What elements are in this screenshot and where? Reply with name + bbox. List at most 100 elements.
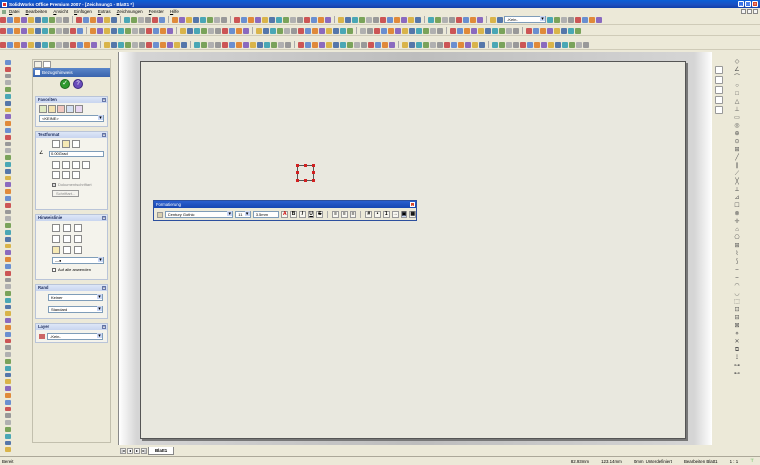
annotation-tool-icon[interactable]: ⊞ — [734, 147, 739, 153]
toolbar-button-icon[interactable] — [458, 41, 464, 48]
toolbar-button-icon[interactable] — [208, 27, 214, 34]
toolbar-button-icon[interactable] — [28, 41, 34, 48]
toolbar-button-icon[interactable] — [104, 41, 110, 48]
toolbar-button-icon[interactable] — [575, 27, 581, 34]
toolbar-button-icon[interactable] — [568, 27, 574, 34]
menu-drawings[interactable]: Zeichnungen — [117, 9, 143, 14]
left-tool-icon[interactable] — [5, 372, 11, 378]
toolbar-button-icon[interactable] — [193, 16, 199, 23]
toolbar-button-icon[interactable] — [153, 27, 159, 34]
toolbar-button-icon[interactable] — [248, 16, 254, 23]
search-tab-icon[interactable] — [715, 96, 723, 104]
toolbar-button-icon[interactable] — [569, 41, 575, 48]
toolbar-button-icon[interactable] — [408, 16, 414, 23]
strikethrough-button[interactable]: S — [316, 211, 324, 218]
toolbar-button-icon[interactable] — [499, 41, 505, 48]
toolbar-button-icon[interactable] — [312, 41, 318, 48]
toolbar-button-icon[interactable] — [70, 27, 76, 34]
left-tool-icon[interactable] — [5, 393, 11, 398]
toolbar-button-icon[interactable] — [450, 27, 456, 34]
left-tool-icon[interactable] — [5, 66, 11, 72]
left-tool-icon[interactable] — [5, 243, 11, 249]
annotation-tool-icon[interactable]: ⌢ — [735, 267, 739, 273]
toolbar-button-icon[interactable] — [257, 41, 263, 48]
toolbar-button-icon[interactable] — [492, 27, 498, 34]
doc-minimize-button[interactable] — [741, 9, 746, 14]
leader-straight-icon[interactable] — [52, 224, 60, 232]
toolbar-button-icon[interactable] — [506, 27, 512, 34]
align-center-icon[interactable] — [62, 140, 70, 148]
toolbar-button-icon[interactable] — [63, 16, 69, 23]
note-handle[interactable] — [304, 179, 307, 182]
layer-combo[interactable]: -Kein- — [504, 16, 546, 23]
toolbar-button-icon[interactable] — [471, 27, 477, 34]
collapse-icon[interactable]: ˄ — [102, 325, 106, 329]
toolbar-button-icon[interactable] — [437, 27, 443, 34]
toolbar-button-icon[interactable] — [277, 27, 283, 34]
toolbar-button-icon[interactable] — [222, 27, 228, 34]
help-button[interactable]: ? — [73, 78, 83, 89]
favorite-delete-icon[interactable] — [57, 105, 65, 113]
toolbar-button-icon[interactable] — [444, 41, 450, 48]
annotation-tool-icon[interactable]: ✛ — [734, 219, 739, 225]
toolbar-button-icon[interactable] — [215, 27, 221, 34]
toolbar-button-icon[interactable] — [63, 27, 69, 34]
toolbar-button-icon[interactable] — [367, 27, 373, 34]
leader-underline-icon[interactable] — [63, 246, 71, 254]
toolbar-button-icon[interactable] — [243, 41, 249, 48]
last-sheet-button[interactable]: ▸| — [141, 447, 147, 454]
toolbar-button-icon[interactable] — [152, 16, 158, 23]
toolbar-button-icon[interactable] — [124, 16, 130, 23]
left-tool-icon[interactable] — [5, 291, 11, 296]
toolbar-button-icon[interactable] — [56, 16, 62, 23]
left-tool-icon[interactable] — [5, 345, 11, 351]
toolbar-button-icon[interactable] — [35, 27, 41, 34]
font-size-select[interactable]: 11 — [235, 211, 251, 218]
maximize-button[interactable]: □ — [745, 1, 751, 7]
align-right-button[interactable]: ≡ — [349, 211, 357, 218]
toolbar-button-icon[interactable] — [449, 16, 455, 23]
toolbar-button-icon[interactable] — [540, 27, 546, 34]
toolbar-button-icon[interactable] — [465, 41, 471, 48]
collapse-icon[interactable]: ˄ — [102, 98, 106, 102]
toolbar-button-icon[interactable] — [352, 16, 358, 23]
toolbar-button-icon[interactable] — [375, 41, 381, 48]
left-tool-icon[interactable] — [5, 297, 11, 303]
note-handle[interactable] — [296, 171, 299, 174]
toolbar-button-icon[interactable] — [423, 41, 429, 48]
left-tool-icon[interactable] — [5, 141, 11, 147]
toolbar-button-icon[interactable] — [0, 41, 6, 48]
toolbar-button-icon[interactable] — [172, 16, 178, 23]
toolbar-button-icon[interactable] — [63, 41, 69, 48]
annotation-tool-icon[interactable]: ⟟ — [736, 355, 738, 361]
toolbar-button-icon[interactable] — [395, 27, 401, 34]
favorite-add-icon[interactable] — [39, 105, 47, 113]
annotation-tool-icon[interactable]: ⊞ — [734, 243, 739, 249]
toolbar-button-icon[interactable] — [139, 27, 145, 34]
toolbar-button-icon[interactable] — [283, 16, 289, 23]
toolbar-button-icon[interactable] — [305, 27, 311, 34]
annotation-tool-icon[interactable]: ◡ — [734, 291, 739, 297]
file-explorer-tab-icon[interactable] — [715, 86, 723, 94]
toolbar-button-icon[interactable] — [340, 41, 346, 48]
toolbar-button-icon[interactable] — [490, 16, 496, 23]
note-handle[interactable] — [312, 171, 315, 174]
toolbar-button-icon[interactable] — [326, 27, 332, 34]
toolbar-button-icon[interactable] — [49, 27, 55, 34]
toolbar-button-icon[interactable] — [394, 16, 400, 23]
left-tool-icon[interactable] — [5, 406, 11, 412]
toolbar-button-icon[interactable] — [77, 27, 83, 34]
toolbar-button-icon[interactable] — [186, 16, 192, 23]
toolbar-button-icon[interactable] — [340, 27, 346, 34]
toolbar-button-icon[interactable] — [84, 41, 90, 48]
leader-left-icon[interactable] — [52, 235, 60, 243]
toolbar-button-icon[interactable] — [181, 41, 187, 48]
leader-none-icon[interactable] — [74, 224, 82, 232]
leader-right-icon[interactable] — [63, 235, 71, 243]
align-center-button[interactable]: ≡ — [340, 211, 348, 218]
toolbar-button-icon[interactable] — [14, 41, 20, 48]
toolbar-button-icon[interactable] — [139, 41, 145, 48]
leader-attach-icon[interactable] — [52, 246, 60, 254]
toolbar-button-icon[interactable] — [361, 41, 367, 48]
formatting-close-button[interactable]: × — [410, 202, 415, 208]
